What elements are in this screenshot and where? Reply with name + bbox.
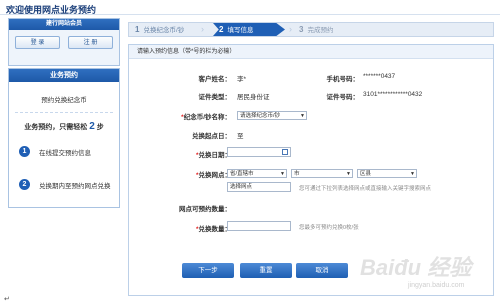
business-subtitle: 预约兑换纪念币 [41, 97, 87, 104]
register-button[interactable]: 注 册 [68, 36, 113, 49]
return-arrow-icon: ↵ [4, 296, 10, 303]
id-type-label: 证件类型： [198, 94, 232, 101]
coin-select[interactable]: 请选择纪念币/钞 ▼ [237, 111, 307, 120]
progress-step-3-number: 3 [299, 25, 304, 34]
customer-name-value: 李* [237, 76, 247, 83]
progress-step-1-number: 1 [135, 25, 140, 34]
city-select[interactable]: 市 ▼ [291, 169, 353, 178]
business-appointment-header: 业务预约 [9, 69, 119, 82]
start-date-value: 至 [237, 133, 244, 140]
quantity-hint: 您最多可预约兑换0枚/张 [299, 225, 359, 231]
coin-name-label: *纪念币/钞名称： [181, 114, 231, 121]
exchange-date-label: *兑换日期： [195, 152, 231, 159]
watermark-logo: Baiđu 经验 [360, 255, 472, 280]
reset-button[interactable]: 重置 [240, 263, 292, 278]
progress-steps: 1 兑换纪念币/钞 › 2 填写信息 › 3 完成预约 [128, 22, 494, 37]
outlet-label: *兑换网点： [195, 172, 231, 179]
steps-prefix: 业务预约，只需轻松 [24, 124, 88, 131]
phone-value: *******0437 [363, 73, 396, 80]
district-select[interactable]: 区县 ▼ [357, 169, 417, 178]
calendar-icon[interactable] [282, 149, 288, 155]
progress-step-2-label: 填写信息 [227, 27, 254, 34]
business-appointment-panel: 业务预约 预约兑换纪念币 业务预约，只需轻松 2 步 1 在线提交预约信息 2 … [8, 68, 120, 208]
divider [15, 112, 113, 113]
dropdown-arrow-icon: ▼ [410, 171, 415, 177]
watermark-url: jingyan.baidu.com [408, 282, 465, 289]
header-divider [0, 14, 500, 15]
steps-suffix: 步 [96, 124, 104, 131]
progress-step-3-label: 完成预约 [307, 27, 334, 34]
progress-step-1-label: 兑换纪念币/钞 [143, 27, 185, 34]
step-1-text: 在线提交预约信息 [39, 149, 91, 157]
step-2-badge: 2 [19, 179, 30, 190]
chevron-right-icon: › [289, 24, 292, 34]
member-login-panel: 建行网站会员 登 录 注 册 [8, 18, 120, 66]
available-count-label: 网点可预约数量： [179, 206, 231, 213]
progress-step-3: 3 完成预约 [299, 23, 333, 36]
outlet-search-input[interactable]: 选择网点 [227, 182, 291, 192]
quantity-input[interactable] [227, 221, 291, 231]
step-2-text: 兑换期内至预约网点兑换 [39, 182, 111, 190]
exchange-date-input[interactable] [227, 147, 291, 157]
id-number-value: 3101************0432 [363, 91, 423, 98]
member-login-header: 建行网站会员 [9, 19, 119, 30]
start-date-label: 兑换起点日： [192, 133, 231, 140]
cancel-button[interactable]: 取消 [296, 263, 348, 278]
steps-count: 2 [89, 121, 95, 132]
quantity-label: *兑换数量： [195, 226, 231, 233]
next-step-button[interactable]: 下一步 [182, 263, 234, 278]
customer-name-label: 客户姓名： [198, 76, 232, 83]
login-button[interactable]: 登 录 [15, 36, 60, 49]
id-number-label: 证件号码： [326, 94, 360, 101]
progress-step-2-number: 2 [219, 25, 224, 34]
progress-step-2-active: 2 填写信息 [213, 23, 285, 36]
steps-summary: 业务预约，只需轻松 2 步 [9, 121, 119, 132]
dropdown-arrow-icon: ▼ [300, 113, 305, 119]
province-select[interactable]: 省/直辖市 ▼ [227, 169, 287, 178]
dropdown-arrow-icon: ▼ [346, 171, 351, 177]
form-header: 请输入预约信息（带*号的栏为必输） [129, 45, 493, 59]
dropdown-arrow-icon: ▼ [280, 171, 285, 177]
outlet-hint: 您可通过下拉列表选择网点或直接输入关键字搜索网点 [299, 186, 432, 192]
phone-label: 手机号码： [326, 76, 360, 83]
step-1-badge: 1 [19, 146, 30, 157]
progress-step-1: 1 兑换纪念币/钞 [135, 23, 184, 36]
chevron-right-icon: › [201, 24, 204, 34]
id-type-value: 居民身份证 [237, 94, 270, 101]
